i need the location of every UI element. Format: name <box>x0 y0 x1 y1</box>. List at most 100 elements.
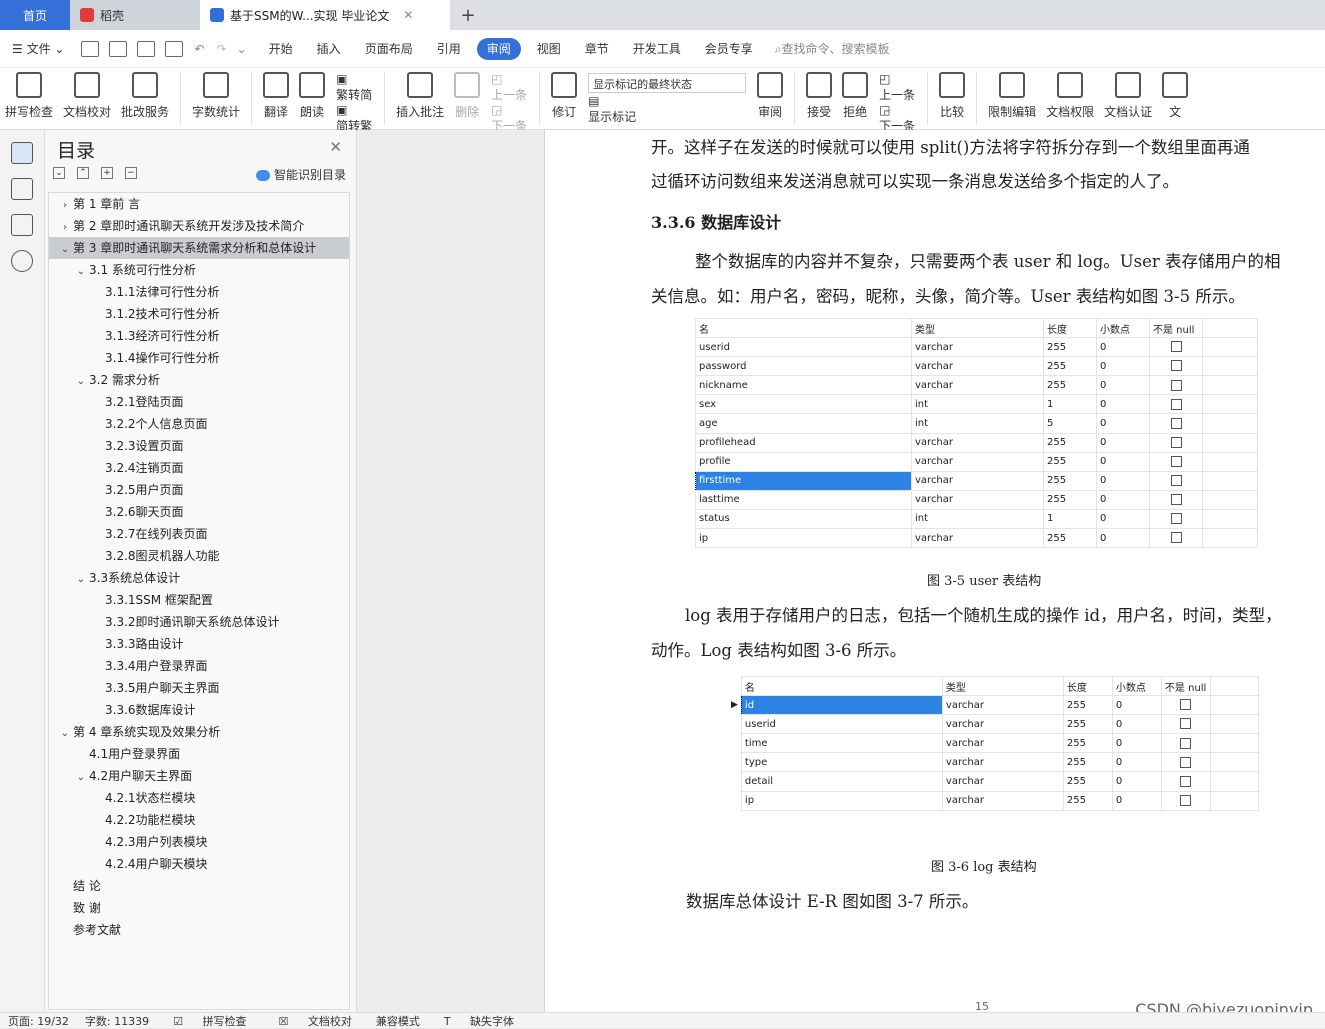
toc-item[interactable]: 3.1.2技术可行性分析 <box>49 303 349 325</box>
document-page[interactable]: 开。这样子在发送的时候就可以使用 split()方法将字符拆分存到一个数组里面再… <box>544 130 1325 1013</box>
toc-item[interactable]: ⌄ 3.3系统总体设计 <box>49 567 349 589</box>
word-count-indicator[interactable]: 字数: 11339 <box>85 1013 149 1029</box>
search-icon[interactable] <box>11 250 33 272</box>
add-heading-icon[interactable]: + <box>101 167 113 179</box>
toc-panel-icon[interactable] <box>11 142 33 164</box>
toc-item[interactable]: 4.2.4用户聊天模块 <box>49 853 349 875</box>
toc-item[interactable]: 3.3.2即时通讯聊天系统总体设计 <box>49 611 349 633</box>
more-ribbon-button[interactable]: 文 <box>1162 72 1189 120</box>
bookmark-icon[interactable] <box>11 214 33 236</box>
new-tab-button[interactable]: + <box>450 0 486 30</box>
read-aloud-button[interactable]: 朗读 <box>299 72 326 120</box>
trad-to-simp-button[interactable]: ▣ 繁转简 <box>336 72 372 103</box>
track-changes-button[interactable]: 修订 <box>551 72 578 120</box>
file-menu[interactable]: ☰ 文件 ⌄ <box>0 38 76 60</box>
delete-comment-button[interactable]: 删除 <box>454 72 481 120</box>
toc-item[interactable]: 4.2.3用户列表模块 <box>49 831 349 853</box>
toc-item[interactable]: 3.3.4用户登录界面 <box>49 655 349 677</box>
close-icon[interactable]: ✕ <box>403 8 413 22</box>
toc-item[interactable]: 3.3.3路由设计 <box>49 633 349 655</box>
reject-button[interactable]: 拒绝 <box>842 72 869 120</box>
accept-button[interactable]: 接受 <box>806 72 833 120</box>
toc-item[interactable]: 3.1.4操作可行性分析 <box>49 347 349 369</box>
expand-all-icon[interactable]: ⌃ <box>77 167 89 179</box>
batch-service-button[interactable]: 批改服务 <box>121 72 169 120</box>
page-indicator[interactable]: 页面: 19/32 <box>8 1013 69 1029</box>
print-preview-icon[interactable] <box>165 40 184 57</box>
toc-item[interactable]: 结 论 <box>49 875 349 897</box>
expand-chevron-icon[interactable]: ⌄ <box>73 569 89 589</box>
menu-view[interactable]: 视图 <box>525 38 573 60</box>
menu-member[interactable]: 会员专享 <box>693 38 765 60</box>
close-icon[interactable]: ✕ <box>329 138 342 156</box>
save-icon[interactable] <box>81 40 100 57</box>
toc-item[interactable]: 4.1用户登录界面 <box>49 743 349 765</box>
doc-proof-button[interactable]: 文档校对 <box>63 72 111 120</box>
spell-check-status[interactable]: ☑ 拼写检查 <box>165 1013 254 1029</box>
expand-chevron-icon[interactable]: ⌄ <box>57 723 73 743</box>
restrict-edit-button[interactable]: 限制编辑 <box>988 72 1036 120</box>
doc-permission-button[interactable]: 文档权限 <box>1046 72 1094 120</box>
toc-item[interactable]: 4.2.2功能栏模块 <box>49 809 349 831</box>
prev-comment-button[interactable]: ◰ 上一条 <box>491 72 527 103</box>
menu-start[interactable]: 开始 <box>257 38 305 60</box>
remove-heading-icon[interactable]: − <box>125 167 137 179</box>
toc-item[interactable]: 3.2.6聊天页面 <box>49 501 349 523</box>
spell-check-button[interactable]: 拼写检查 <box>5 72 53 120</box>
toc-item[interactable]: 3.2.1登陆页面 <box>49 391 349 413</box>
toc-item[interactable]: 4.2.1状态栏模块 <box>49 787 349 809</box>
toc-item[interactable]: 3.2.7在线列表页面 <box>49 523 349 545</box>
insert-comment-button[interactable]: 插入批注 <box>396 72 444 120</box>
menu-layout[interactable]: 页面布局 <box>353 38 425 60</box>
menu-references[interactable]: 引用 <box>425 38 473 60</box>
toc-item[interactable]: 致 谢 <box>49 897 349 919</box>
menu-review[interactable]: 审阅 <box>476 37 521 60</box>
expand-chevron-icon[interactable]: › <box>57 195 73 215</box>
undo-icon[interactable]: ↶ <box>194 42 204 56</box>
proof-status[interactable]: ☒ 文档校对 <box>270 1013 359 1029</box>
toc-item[interactable]: ⌄ 第 3 章即时通讯聊天系统需求分析和总体设计 <box>49 237 349 259</box>
show-markup-button[interactable]: ▤ 显示标记 <box>588 94 746 125</box>
toc-item[interactable]: 3.2.4注销页面 <box>49 457 349 479</box>
print-icon[interactable] <box>137 40 156 57</box>
quick-access-dropdown-icon[interactable]: ⌄ <box>237 42 247 56</box>
toc-item[interactable]: ⌄ 3.2 需求分析 <box>49 369 349 391</box>
review-pane-button[interactable]: 审阅 <box>757 72 784 120</box>
compare-button[interactable]: 比较 <box>939 72 966 120</box>
expand-chevron-icon[interactable]: › <box>57 217 73 237</box>
toc-item[interactable]: 3.3.5用户聊天主界面 <box>49 677 349 699</box>
expand-chevron-icon[interactable]: ⌄ <box>73 261 89 281</box>
toc-item[interactable]: 3.2.8图灵机器人功能 <box>49 545 349 567</box>
tab-docer[interactable]: 稻壳 <box>70 0 200 30</box>
toc-item[interactable]: › 第 2 章即时通讯聊天系统开发涉及技术简介 <box>49 215 349 237</box>
markup-state-select[interactable]: 显示标记的最终状态 <box>588 72 747 93</box>
toc-item[interactable]: 参考文献 <box>49 919 349 941</box>
toc-item[interactable]: ⌄ 4.2用户聊天主界面 <box>49 765 349 787</box>
expand-chevron-icon[interactable]: ⌄ <box>73 371 89 391</box>
menu-insert[interactable]: 插入 <box>305 38 353 60</box>
expand-chevron-icon[interactable]: ⌄ <box>57 239 73 259</box>
expand-chevron-icon[interactable]: ⌄ <box>73 767 89 787</box>
menu-devtools[interactable]: 开发工具 <box>621 38 693 60</box>
missing-font-status[interactable]: T 缺失字体 <box>436 1013 522 1029</box>
toc-item[interactable]: 3.2.5用户页面 <box>49 479 349 501</box>
word-count-button[interactable]: 字数统计 <box>192 72 240 120</box>
export-icon[interactable] <box>109 40 128 57</box>
tab-document[interactable]: 基于SSM的W...实现 毕业论文 ✕ <box>200 0 450 30</box>
command-search[interactable]: ⌕查找命令、搜索模板 <box>775 40 890 57</box>
smart-toc-button[interactable]: 智能识别目录 <box>255 166 346 183</box>
toc-item[interactable]: 3.3.6数据库设计 <box>49 699 349 721</box>
toc-item[interactable]: 3.2.2个人信息页面 <box>49 413 349 435</box>
toc-item[interactable]: ⌄ 第 4 章系统实现及效果分析 <box>49 721 349 743</box>
translate-button[interactable]: 翻译 <box>263 72 290 120</box>
toc-item[interactable]: 3.1.3经济可行性分析 <box>49 325 349 347</box>
prev-change-button[interactable]: ◰ 上一条 <box>879 72 915 103</box>
redo-icon[interactable]: ↷ <box>217 42 227 56</box>
collapse-all-icon[interactable]: ⌄ <box>53 167 65 179</box>
menu-chapter[interactable]: 章节 <box>573 38 621 60</box>
toc-item[interactable]: 3.2.3设置页面 <box>49 435 349 457</box>
toc-item[interactable]: › 第 1 章前 言 <box>49 193 349 215</box>
doc-cert-button[interactable]: 文档认证 <box>1104 72 1152 120</box>
chapter-nav-icon[interactable] <box>11 178 33 200</box>
toc-item[interactable]: 3.1.1法律可行性分析 <box>49 281 349 303</box>
